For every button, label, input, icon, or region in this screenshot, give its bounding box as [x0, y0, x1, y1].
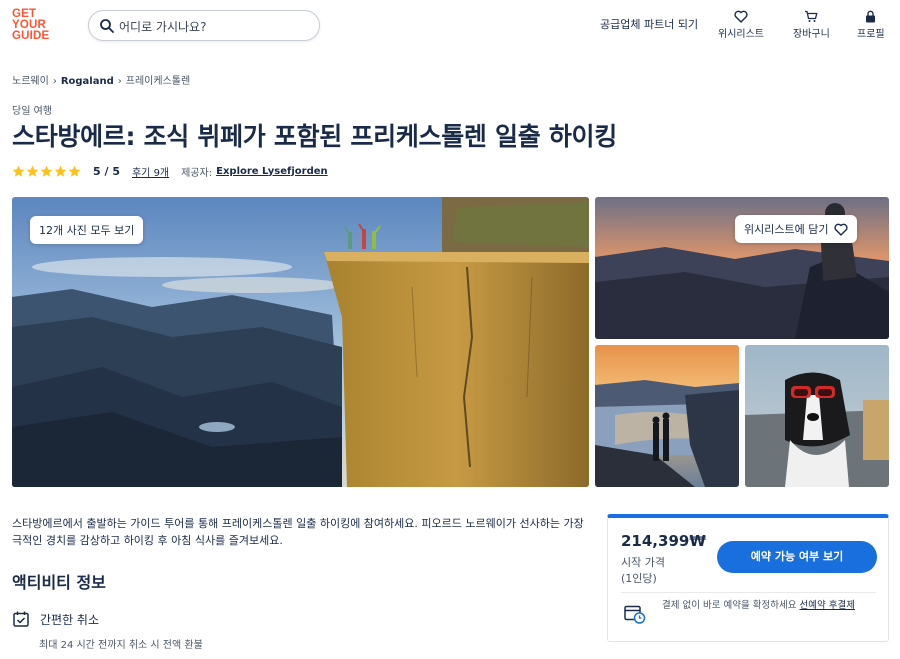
card-divider [621, 592, 876, 593]
heart-icon [834, 223, 849, 236]
gallery-photo-3[interactable] [595, 345, 739, 487]
nav-wishlist[interactable]: 위시리스트 [718, 10, 764, 40]
breadcrumb: 노르웨이 › Rogaland › 프레이케스톨렌 [12, 72, 190, 87]
nav-profile[interactable]: 프로필 [857, 10, 885, 40]
rating-row: 5 / 5 후기 9개 제공자: Explore Lysefjorden [12, 163, 328, 179]
gallery-photo-4[interactable] [745, 345, 889, 487]
page-title: 스타방에르: 조식 뷔페가 포함된 프리케스톨렌 일출 하이킹 [12, 122, 617, 151]
pay-text: 결제 없이 바로 예약을 확정하세요 [662, 600, 797, 611]
provider-label: 제공자: [181, 167, 213, 179]
view-all-photos-button[interactable]: 12개 사진 모두 보기 [30, 216, 144, 244]
provider-link[interactable]: Explore Lysefjorden [216, 166, 328, 177]
search-placeholder: 어디로 가시나요? [119, 20, 207, 34]
activity-description: 스타방에르에서 출발하는 가이드 투어를 통해 프레이케스톨렌 일출 하이킹에 … [12, 517, 584, 547]
free-cancellation-detail: 최대 24 시간 전까지 취소 시 전액 환불 [39, 640, 203, 651]
star-icon [54, 165, 67, 177]
reserve-now-pay-later-text: 결제 없이 바로 예약을 확정하세요 선예약 후결제 [662, 599, 882, 613]
rating-value: 5 / 5 [93, 164, 120, 178]
breadcrumb-separator: › [52, 76, 57, 87]
dog-sunglasses-image [745, 345, 889, 487]
activity-category: 당일 여행 [12, 106, 52, 117]
search-input[interactable]: 어디로 가시나요? [88, 10, 320, 41]
reserve-now-pay-later-link[interactable]: 선예약 후결제 [799, 600, 854, 611]
heart-icon [734, 10, 748, 23]
fjord-couple-image [595, 345, 739, 487]
star-icon [40, 165, 53, 177]
breadcrumb-item-preikestolen[interactable]: 프레이케스톨렌 [126, 76, 190, 87]
check-availability-button[interactable]: 예약 가능 여부 보기 [717, 541, 877, 573]
cart-icon [805, 10, 818, 22]
rating-stars [12, 165, 81, 178]
gallery-photo-2[interactable]: 위시리스트에 담기 [595, 197, 889, 339]
nav-profile-label: 프로필 [857, 29, 885, 40]
price-value: 214,399₩ [621, 532, 706, 550]
reviews-link[interactable]: 후기 9개 [132, 164, 169, 179]
breadcrumb-item-norway[interactable]: 노르웨이 [12, 76, 49, 87]
nav-wishlist-label: 위시리스트 [718, 29, 764, 40]
free-cancellation-feature: 간편한 취소 [12, 610, 99, 628]
booking-card: 214,399₩ 시작 가격 (1인당) 예약 가능 여부 보기 결제 없이 바… [607, 514, 889, 642]
search-icon [100, 19, 114, 33]
activity-info-heading: 액티비티 정보 [12, 573, 106, 592]
nav-cart-label: 장바구니 [793, 29, 830, 40]
gallery-main-photo[interactable]: 12개 사진 모두 보기 [12, 197, 589, 487]
star-icon [68, 165, 81, 177]
breadcrumb-separator: › [117, 76, 122, 87]
calendar-check-icon [13, 611, 29, 627]
calendar-clock-icon [624, 605, 646, 624]
lock-icon [866, 10, 876, 23]
breadcrumb-item-rogaland[interactable]: Rogaland [61, 76, 114, 87]
top-header: GET YOUR GUIDE 어디로 가시나요? 공급업체 파트너 되기 위시리… [0, 0, 900, 54]
price-from-label: 시작 가격 [621, 556, 665, 569]
add-to-wishlist-button[interactable]: 위시리스트에 담기 [735, 215, 858, 243]
per-person-label: (1인당) [621, 572, 657, 585]
star-icon [12, 165, 25, 177]
nav-cart[interactable]: 장바구니 [793, 10, 830, 40]
add-to-wishlist-label: 위시리스트에 담기 [744, 223, 829, 236]
star-icon [26, 165, 39, 177]
getyourguide-logo[interactable]: GET YOUR GUIDE [12, 8, 56, 42]
become-partner-link[interactable]: 공급업체 파트너 되기 [600, 16, 698, 32]
free-cancellation-label: 간편한 취소 [40, 612, 100, 627]
